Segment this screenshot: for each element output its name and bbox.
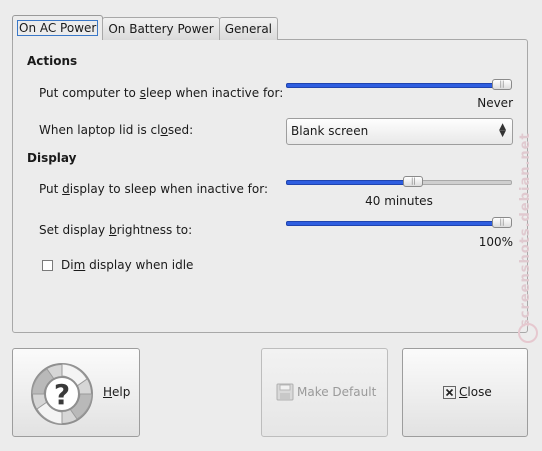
tab-label: General <box>224 22 273 36</box>
tab-general[interactable]: General <box>218 17 279 40</box>
brightness-value: 100% <box>478 235 513 249</box>
make-default-label: Make Default <box>297 385 377 399</box>
tab-on-battery-power[interactable]: On Battery Power <box>102 17 220 40</box>
lid-action-combo[interactable]: Blank screen ▲ ▼ <box>286 118 513 145</box>
brightness-slider[interactable]: || <box>286 215 512 231</box>
display-sleep-slider[interactable]: || <box>286 174 512 190</box>
display-sleep-label: Put display to sleep when inactive for: <box>39 182 269 196</box>
watermark: screenshots.debian.net <box>518 132 533 328</box>
sleep-value: Never <box>477 96 513 110</box>
close-button[interactable]: Close <box>402 348 528 437</box>
tab-bar: On AC Power On Battery Power General <box>12 15 279 40</box>
tab-label: On AC Power <box>16 20 99 36</box>
help-label: Help <box>103 385 131 399</box>
computer-sleep-slider[interactable]: || <box>286 77 512 93</box>
tab-label: On Battery Power <box>108 22 214 36</box>
slider-handle[interactable]: || <box>403 176 424 187</box>
lifebuoy-help-icon: ? <box>31 363 93 425</box>
close-label: Close <box>459 385 492 399</box>
tab-on-ac-power[interactable]: On AC Power <box>12 15 104 40</box>
close-icon <box>443 386 456 399</box>
brightness-label: Set display brightness to: <box>39 223 193 237</box>
debian-logo-icon <box>518 323 538 343</box>
lid-label: When laptop lid is closed: <box>39 123 194 137</box>
lid-action-value: Blank screen <box>291 124 369 138</box>
display-heading: Display <box>27 151 77 165</box>
slider-handle[interactable]: || <box>492 217 512 228</box>
tab-panel: Actions Put computer to sleep when inact… <box>12 39 528 333</box>
help-button[interactable]: ? Help <box>12 348 140 437</box>
dim-display-checkbox[interactable] <box>42 260 53 271</box>
dim-display-label[interactable]: Dim display when idle <box>61 258 193 272</box>
sleep-label: Put computer to sleep when inactive for: <box>39 86 284 100</box>
make-default-button[interactable]: Make Default <box>261 348 388 437</box>
combo-arrows-icon: ▲ ▼ <box>499 122 506 139</box>
display-sleep-value: 40 minutes <box>365 194 433 208</box>
actions-heading: Actions <box>27 54 78 68</box>
save-icon <box>276 383 294 401</box>
svg-text:?: ? <box>54 378 70 411</box>
slider-handle[interactable]: || <box>492 79 512 90</box>
